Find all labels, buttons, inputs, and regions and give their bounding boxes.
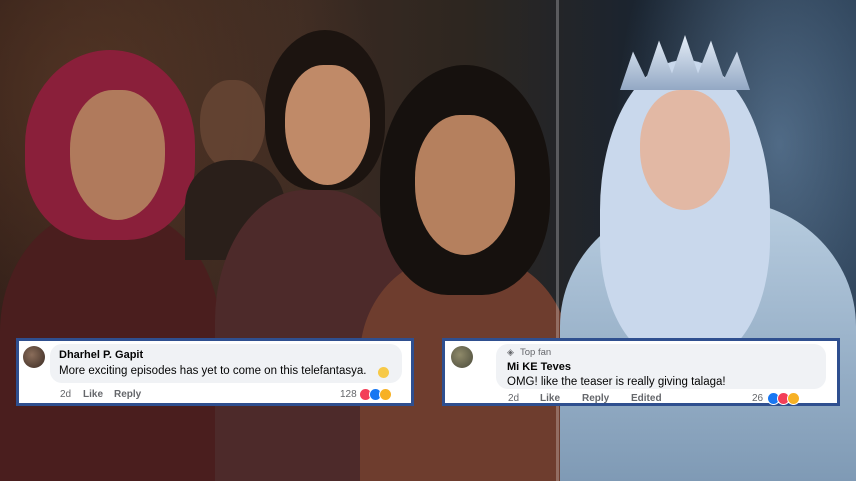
- top-fan-badge-icon: ◈: [507, 347, 514, 357]
- avatar[interactable]: [451, 346, 473, 368]
- reply-link[interactable]: Reply: [114, 389, 141, 400]
- reaction-count[interactable]: 26: [752, 393, 763, 404]
- comment-time[interactable]: 2d: [508, 393, 519, 404]
- comment-text: OMG! like the teaser is really giving ta…: [507, 376, 726, 388]
- comment-card-2: ◈ Top fan Mi KE Teves OMG! like the teas…: [442, 338, 840, 406]
- like-link[interactable]: Like: [540, 393, 560, 404]
- care-icon: [379, 388, 392, 401]
- comment-bubble: ◈ Top fan Mi KE Teves OMG! like the teas…: [496, 344, 826, 389]
- ice-queen: [560, 20, 856, 481]
- background-photo: [0, 0, 856, 481]
- comment-author[interactable]: Mi KE Teves: [507, 361, 571, 373]
- comment-author[interactable]: Dharhel P. Gapit: [59, 349, 143, 361]
- reaction-count[interactable]: 128: [340, 389, 357, 400]
- top-fan-badge: Top fan: [520, 347, 552, 358]
- crying-emoji-icon: [378, 367, 389, 378]
- edited-label: Edited: [631, 393, 662, 404]
- woman-center: [360, 65, 570, 481]
- image-divider: [556, 0, 559, 481]
- care-icon: [787, 392, 800, 405]
- reply-link[interactable]: Reply: [582, 393, 609, 404]
- like-link[interactable]: Like: [83, 389, 103, 400]
- avatar[interactable]: [23, 346, 45, 368]
- comment-text: More exciting episodes has yet to come o…: [59, 365, 367, 377]
- comment-bubble: Dharhel P. Gapit More exciting episodes …: [50, 344, 402, 383]
- comment-card-1: Dharhel P. Gapit More exciting episodes …: [16, 338, 414, 406]
- comment-time[interactable]: 2d: [60, 389, 71, 400]
